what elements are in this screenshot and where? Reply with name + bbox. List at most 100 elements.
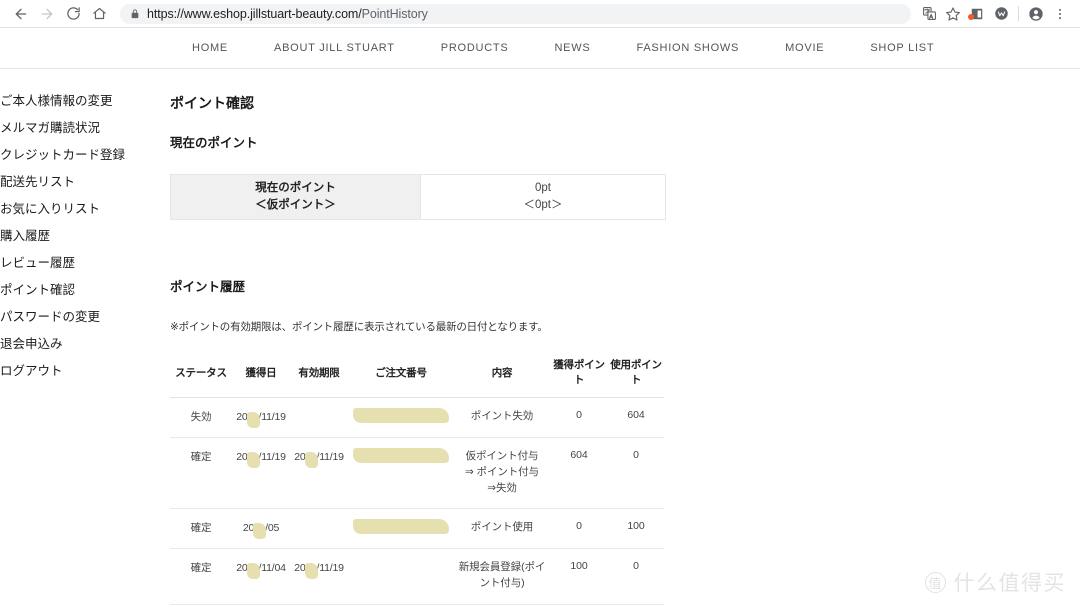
cell-points-gained: 0	[550, 397, 608, 438]
nav-item-about[interactable]: ABOUT JILL STUART	[274, 42, 395, 54]
cell-expiry-date: 20/11/19	[290, 548, 348, 605]
cell-content: ポイント使用	[454, 508, 550, 550]
cell-status: 確定	[170, 437, 232, 510]
th-earned-date: 獲得日	[232, 348, 290, 398]
translate-icon[interactable]	[917, 2, 941, 26]
sidebar-item-favorites[interactable]: お気に入りリスト	[0, 203, 170, 216]
cell-content: ポイント失効	[454, 397, 550, 438]
table-row: 確定 20/11/04 20/11/19 新規会員登録(ポイント付与) 100 0	[170, 548, 664, 605]
cell-order-number	[348, 437, 454, 510]
sidebar-item-logout[interactable]: ログアウト	[0, 365, 170, 378]
cell-order-number	[348, 397, 454, 438]
sidebar-item-point-check[interactable]: ポイント確認	[0, 284, 170, 297]
sidebar-item-shipping-list[interactable]: 配送先リスト	[0, 176, 170, 189]
nav-item-products[interactable]: PRODUCTS	[441, 42, 509, 54]
main-navigation: HOME ABOUT JILL STUART PRODUCTS NEWS FAS…	[192, 42, 934, 54]
th-order-number: ご注文番号	[348, 348, 454, 398]
th-content: 内容	[454, 348, 550, 398]
chrome-action-icons	[917, 2, 1072, 26]
th-status: ステータス	[170, 348, 232, 398]
points-value-cell: 0pt ＜0pt＞	[421, 175, 665, 219]
cell-earned-date: 20/05	[232, 508, 290, 550]
table-row: 失効 20/11/19 ポイント失効 0 604	[170, 397, 664, 438]
page-body: ご本人様情報の変更 メルマガ購読状況 クレジットカード登録 配送先リスト お気に…	[0, 69, 1080, 607]
cell-points-gained: 100	[550, 548, 608, 605]
cell-points-used: 604	[608, 397, 664, 438]
th-points-used: 使用ポイント	[608, 348, 664, 398]
nav-item-news[interactable]: NEWS	[554, 42, 590, 54]
cell-order-number	[348, 508, 454, 550]
points-value-line2: ＜0pt＞	[523, 199, 563, 211]
forward-arrow-icon[interactable]	[34, 1, 60, 27]
nav-item-home[interactable]: HOME	[192, 42, 228, 54]
table-header: ステータス 獲得日 有効期限 ご注文番号 内容 獲得ポイント 使用ポイント	[170, 348, 664, 398]
redaction-mark	[246, 563, 260, 580]
sidebar-item-profile-edit[interactable]: ご本人様情報の変更	[0, 95, 170, 108]
extension-icon[interactable]	[965, 2, 989, 26]
url-text: https://www.eshop.jillstuart-beauty.com/…	[147, 6, 428, 21]
table-row: 確定 20/11/19 20/11/19 仮ポイント付与 ⇒ ポイント付与 ⇒失効 604 0	[170, 437, 664, 510]
point-history-note: ※ポイントの有効期限は、ポイント履歴に表示されている最新の日付となります。	[170, 321, 548, 333]
points-label-line1: 現在のポイント	[255, 182, 336, 195]
redaction-mark	[353, 448, 449, 463]
toolbar-divider	[1018, 6, 1019, 21]
sidebar-item-withdrawal[interactable]: 退会申込み	[0, 338, 170, 351]
point-history-heading: ポイント履歴	[170, 280, 246, 294]
extension-notification-dot	[968, 13, 974, 20]
main-content: ポイント確認 現在のポイント 現在のポイント ＜仮ポイント＞ 0pt ＜0pt＞…	[170, 85, 1080, 607]
nav-item-movie[interactable]: MOVIE	[785, 42, 824, 54]
points-value-line1: 0pt	[535, 182, 551, 195]
th-expiry: 有効期限	[290, 348, 348, 398]
sidebar-item-review-history[interactable]: レビュー履歴	[0, 257, 170, 270]
sidebar-item-credit-card[interactable]: クレジットカード登録	[0, 149, 170, 162]
bookmark-star-icon[interactable]	[941, 2, 965, 26]
th-points-gained: 獲得ポイント	[550, 348, 608, 398]
points-label-line2: ＜仮ポイント＞	[255, 199, 336, 211]
cell-points-used: 100	[608, 508, 664, 550]
redaction-mark	[246, 452, 260, 468]
cell-status: 確定	[170, 548, 232, 605]
redaction-mark	[304, 563, 318, 580]
cell-earned-date: 20/11/19	[232, 397, 290, 438]
redaction-mark	[353, 408, 449, 423]
cell-earned-date: 20/11/04	[232, 548, 290, 605]
cell-order-number	[348, 548, 454, 605]
cell-content: 新規会員登録(ポイント付与)	[454, 548, 550, 605]
cell-points-gained: 0	[550, 508, 608, 550]
nav-item-shop-list[interactable]: SHOP LIST	[870, 42, 934, 54]
reload-icon[interactable]	[60, 1, 86, 27]
cell-content: 仮ポイント付与 ⇒ ポイント付与 ⇒失効	[454, 437, 550, 510]
cell-expiry-date	[290, 397, 348, 438]
cell-expiry-date: 20/11/19	[290, 437, 348, 510]
account-sidebar: ご本人様情報の変更 メルマガ購読状況 クレジットカード登録 配送先リスト お気に…	[0, 85, 170, 607]
table-row: 確定 20/05 ポイント使用 0 100	[170, 508, 664, 550]
browser-toolbar: https://www.eshop.jillstuart-beauty.com/…	[0, 0, 1080, 28]
cell-points-used: 0	[608, 548, 664, 605]
point-history-table: ステータス 獲得日 有効期限 ご注文番号 内容 獲得ポイント 使用ポイント 失効…	[170, 348, 664, 605]
current-points-panel: 現在のポイント ＜仮ポイント＞ 0pt ＜0pt＞	[170, 174, 666, 220]
table-header-row: ステータス 獲得日 有効期限 ご注文番号 内容 獲得ポイント 使用ポイント	[170, 348, 664, 398]
cell-expiry-date	[290, 508, 348, 550]
current-points-heading: 現在のポイント	[170, 136, 258, 150]
cell-status: 確定	[170, 508, 232, 550]
cell-points-gained: 604	[550, 437, 608, 510]
lock-icon	[130, 8, 140, 20]
page-title: ポイント確認	[170, 95, 254, 111]
sidebar-item-newsletter[interactable]: メルマガ購読状況	[0, 122, 170, 135]
nav-item-fashion-shows[interactable]: FASHION SHOWS	[636, 42, 739, 54]
redaction-mark	[246, 412, 260, 428]
redaction-mark	[253, 523, 267, 540]
back-arrow-icon[interactable]	[8, 1, 34, 27]
home-icon[interactable]	[86, 1, 112, 27]
cell-earned-date: 20/11/19	[232, 437, 290, 510]
sidebar-item-purchase-history[interactable]: 購入履歴	[0, 230, 170, 243]
cell-status: 失効	[170, 397, 232, 438]
redaction-mark	[353, 519, 449, 535]
profile-icon[interactable]	[1024, 2, 1048, 26]
site-header: HOME ABOUT JILL STUART PRODUCTS NEWS FAS…	[0, 28, 1080, 69]
menu-icon[interactable]	[1048, 2, 1072, 26]
table-body: 失効 20/11/19 ポイント失効 0 604 確定 20/11/19 20/11/19 仮ポ…	[170, 397, 664, 605]
extension-icon-2[interactable]	[989, 2, 1013, 26]
sidebar-item-password-change[interactable]: パスワードの変更	[0, 311, 170, 324]
address-bar[interactable]: https://www.eshop.jillstuart-beauty.com/…	[120, 3, 911, 24]
